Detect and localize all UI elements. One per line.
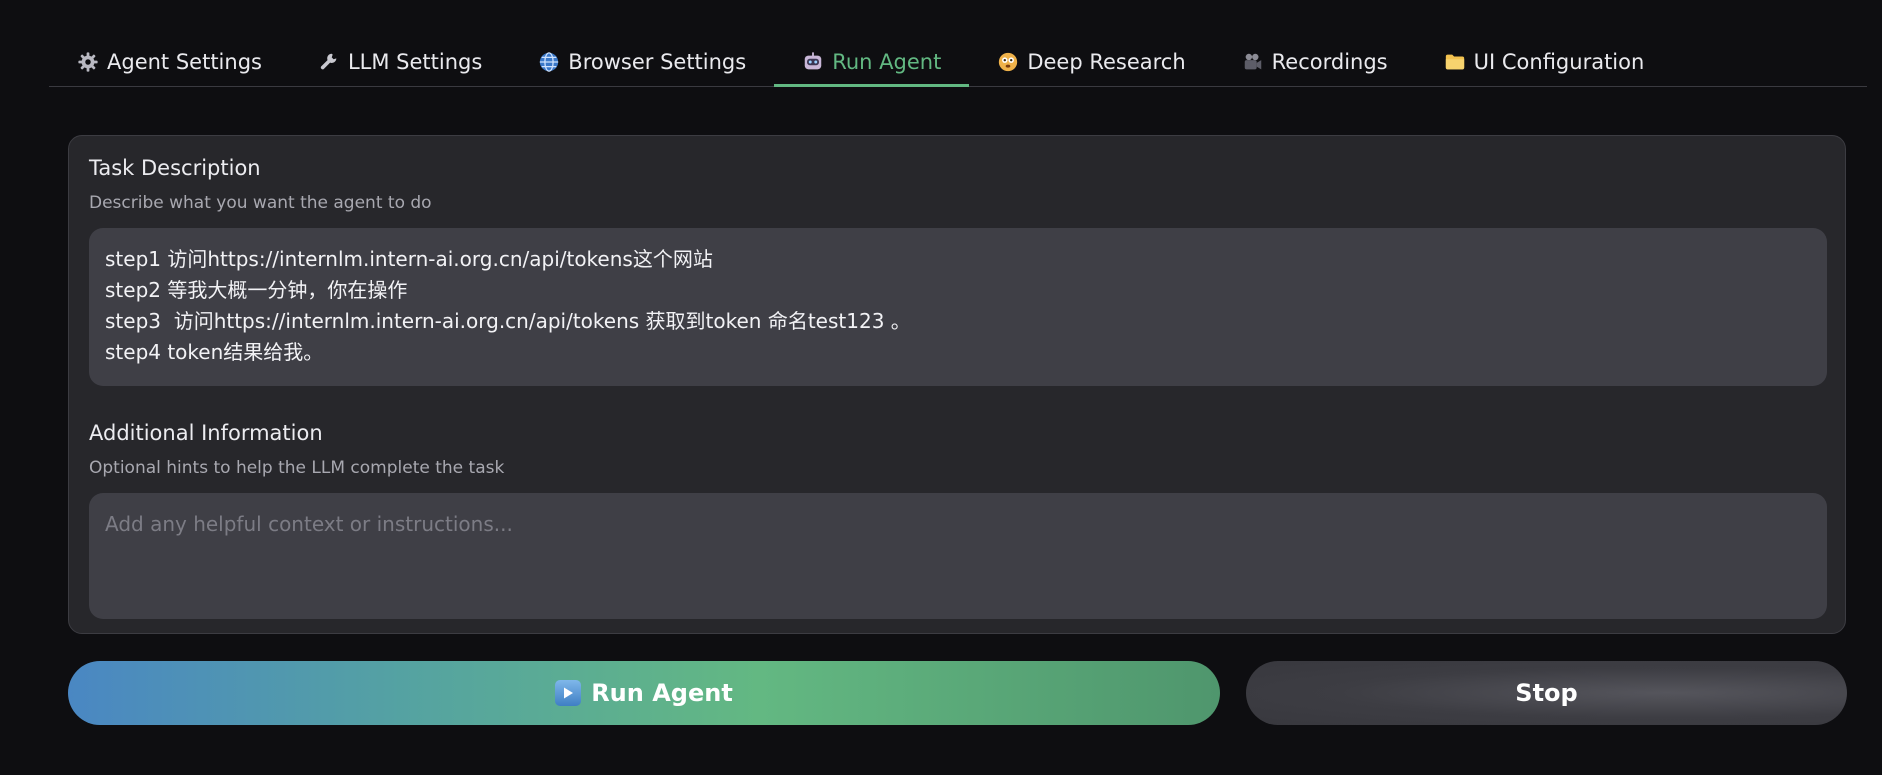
tab-bar: Agent Settings LLM Settings Browser Sett…	[49, 40, 1867, 87]
task-description-title: Task Description	[89, 156, 261, 180]
run-agent-label: Run Agent	[591, 679, 733, 707]
additional-information-hint: Optional hints to help the LLM complete …	[89, 458, 505, 478]
additional-information-placeholder: Add any helpful context or instructions.…	[105, 512, 513, 536]
tab-run-agent[interactable]: Run Agent	[774, 40, 970, 87]
stop-button[interactable]: Stop	[1246, 661, 1847, 725]
stop-label: Stop	[1515, 679, 1578, 707]
task-description-hint: Describe what you want the agent to do	[89, 193, 432, 213]
task-line: step1 访问https://internlm.intern-ai.org.c…	[105, 247, 713, 271]
globe-icon	[540, 52, 559, 72]
robot-icon	[804, 52, 822, 70]
tab-deep-research[interactable]: Deep Research	[969, 40, 1213, 84]
face-icon	[999, 52, 1018, 72]
task-description-input[interactable]: step1 访问https://internlm.intern-ai.org.c…	[89, 228, 1827, 386]
tab-agent-settings[interactable]: Agent Settings	[49, 40, 290, 84]
run-agent-button[interactable]: Run Agent	[68, 661, 1220, 725]
task-panel: Task Description Describe what you want …	[68, 135, 1846, 634]
tab-label: UI Configuration	[1473, 50, 1645, 74]
tab-label: Browser Settings	[568, 50, 747, 74]
tab-recordings[interactable]: Recordings	[1214, 40, 1416, 84]
wrench-icon	[320, 53, 337, 70]
task-line: step3 访问https://internlm.intern-ai.org.c…	[105, 309, 911, 333]
additional-information-input[interactable]: Add any helpful context or instructions.…	[89, 493, 1827, 619]
gear-icon	[78, 52, 98, 72]
folder-icon	[1445, 54, 1464, 70]
camera-icon	[1244, 53, 1261, 70]
task-line: step2 等我大概一分钟，你在操作	[105, 278, 408, 302]
additional-information-title: Additional Information	[89, 421, 323, 445]
tab-label: Deep Research	[1027, 50, 1186, 74]
tab-label: LLM Settings	[347, 50, 483, 74]
tab-ui-configuration[interactable]: UI Configuration	[1416, 40, 1673, 84]
tab-llm-settings[interactable]: LLM Settings	[290, 40, 510, 84]
play-icon	[555, 680, 582, 706]
tab-label: Run Agent	[832, 50, 942, 74]
tab-browser-settings[interactable]: Browser Settings	[510, 40, 774, 84]
tab-label: Recordings	[1271, 50, 1388, 74]
tab-label: Agent Settings	[107, 50, 262, 74]
task-line: step4 token结果给我。	[105, 340, 324, 364]
